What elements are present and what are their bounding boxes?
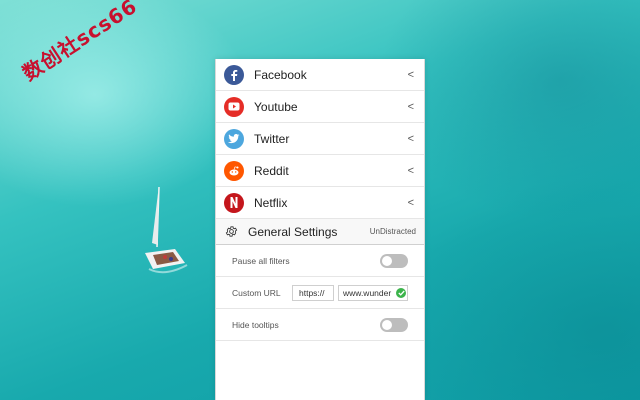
site-row-reddit[interactable]: Reddit <	[216, 155, 424, 187]
facebook-icon	[224, 64, 244, 85]
check-circle-icon	[396, 287, 406, 298]
setting-row-pause-filters: Pause all filters	[216, 245, 424, 277]
watermark-text: 数创社scs66	[18, 0, 142, 86]
site-label: Reddit	[254, 163, 289, 178]
settings-title: General Settings	[248, 224, 338, 239]
setting-row-hide-tooltips: Hide tooltips	[216, 309, 424, 341]
setting-row-custom-url: Custom URL https://	[216, 277, 424, 309]
custom-url-label: Custom URL	[232, 287, 281, 298]
site-label: Netflix	[254, 195, 288, 210]
youtube-icon	[224, 96, 244, 117]
url-protocol-select[interactable]: https://	[292, 284, 334, 301]
pause-filters-label: Pause all filters	[232, 255, 290, 266]
toggle-knob	[382, 255, 392, 266]
chevron-left-icon[interactable]: <	[408, 101, 414, 113]
site-label: Youtube	[254, 99, 298, 114]
brand-label: UnDistracted	[369, 227, 416, 236]
site-label: Facebook	[254, 67, 307, 82]
gear-icon	[224, 225, 238, 239]
chevron-left-icon[interactable]: <	[408, 165, 414, 177]
extension-popup: Facebook < Youtube < Twitter < Reddit < …	[215, 59, 425, 400]
toggle-knob	[382, 319, 392, 330]
site-row-netflix[interactable]: Netflix <	[216, 187, 424, 219]
chevron-left-icon[interactable]: <	[408, 69, 414, 81]
site-label: Twitter	[254, 131, 290, 146]
site-row-twitter[interactable]: Twitter <	[216, 123, 424, 155]
chevron-left-icon[interactable]: <	[408, 197, 414, 209]
site-row-facebook[interactable]: Facebook <	[216, 59, 424, 91]
custom-url-wrapper	[338, 284, 408, 301]
chevron-left-icon[interactable]: <	[408, 133, 414, 145]
twitter-icon	[224, 128, 244, 149]
hide-tooltips-toggle[interactable]	[380, 317, 408, 332]
hide-tooltips-label: Hide tooltips	[232, 319, 279, 330]
general-settings-header[interactable]: General Settings UnDistracted	[216, 219, 424, 245]
site-row-youtube[interactable]: Youtube <	[216, 91, 424, 123]
pause-filters-toggle[interactable]	[380, 253, 408, 268]
netflix-icon	[224, 192, 244, 213]
sailboat-image	[145, 186, 188, 274]
reddit-icon	[224, 160, 244, 181]
